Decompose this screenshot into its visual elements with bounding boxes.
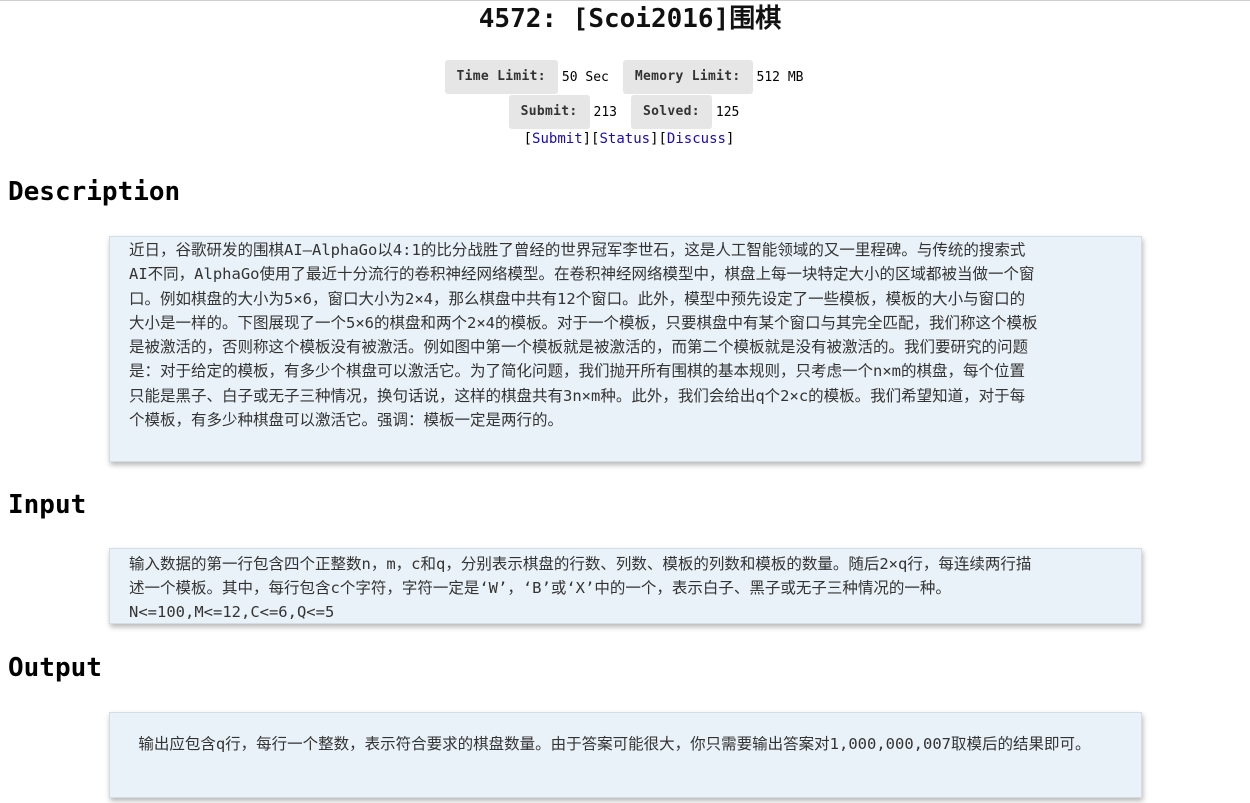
description-text: 近日，谷歌研发的围棋AI—AlphaGo以4:1的比分战胜了曾经的世界冠军李世石… <box>129 241 1038 430</box>
problem-links: [Submit][Status][Discuss] <box>523 131 735 147</box>
submit-link[interactable]: Submit <box>532 131 583 147</box>
limits-row: Time Limit: 50 Sec Memory Limit: 512 MB <box>0 60 1250 94</box>
output-box: 输出应包含q行，每行一个整数，表示符合要求的棋盘数量。由于答案可能很大，你只需要… <box>109 712 1142 798</box>
time-limit-label: Time Limit: <box>444 60 558 94</box>
description-heading: Description <box>8 177 181 207</box>
counts-row: Submit: 213 Solved: 125 <box>0 95 1250 129</box>
memory-limit-label: Memory Limit: <box>622 60 753 94</box>
submit-count-value: 213 <box>593 104 617 120</box>
input-heading: Input <box>8 490 87 520</box>
solved-count-label: Solved: <box>631 95 712 129</box>
output-text: 输出应包含q行，每行一个整数，表示符合要求的棋盘数量。由于答案可能很大，你只需要… <box>129 735 1091 753</box>
page-title: 4572: [Scoi2016]围棋 <box>478 4 782 34</box>
status-link[interactable]: Status <box>599 131 650 147</box>
input-box: 输入数据的第一行包含四个正整数n，m，c和q，分别表示棋盘的行数、列数、模板的列… <box>109 548 1142 624</box>
input-text: 输入数据的第一行包含四个正整数n，m，c和q，分别表示棋盘的行数、列数、模板的列… <box>129 555 1032 621</box>
description-box: 近日，谷歌研发的围棋AI—AlphaGo以4:1的比分战胜了曾经的世界冠军李世石… <box>109 236 1142 462</box>
output-heading: Output <box>8 653 102 683</box>
time-limit-value: 50 Sec <box>561 69 609 85</box>
submit-count-label: Submit: <box>508 95 590 129</box>
memory-limit-value: 512 MB <box>756 69 804 85</box>
discuss-link[interactable]: Discuss <box>667 131 726 147</box>
solved-count-value: 125 <box>715 104 740 120</box>
